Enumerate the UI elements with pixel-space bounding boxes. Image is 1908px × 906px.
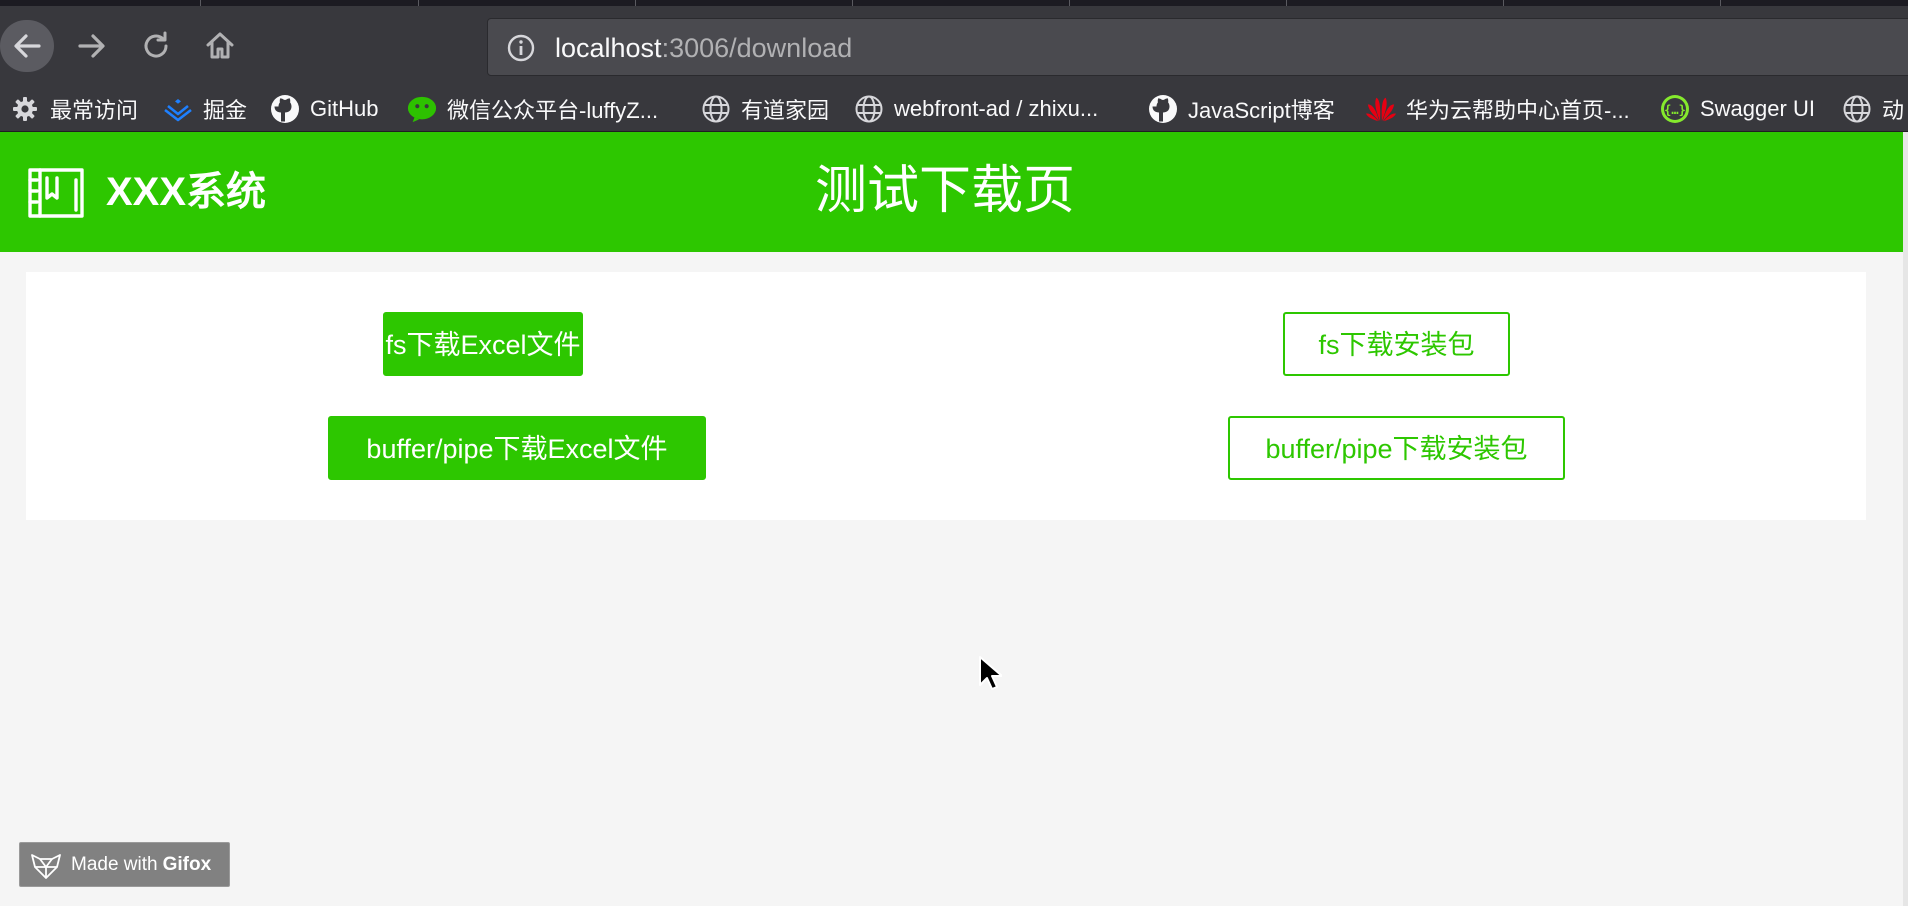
bookmark-most-visited[interactable]: 最常访问 <box>10 92 138 126</box>
reload-icon <box>144 31 168 58</box>
page-title: 测试下载页 <box>814 162 1075 220</box>
bookmark-label: JavaScript博客 <box>1188 98 1335 123</box>
bookmark-label: 微信公众平台-luffyZ... <box>447 98 659 123</box>
forward-button[interactable] <box>66 20 118 72</box>
fs-download-excel-button[interactable]: fs下载Excel文件 <box>383 312 583 376</box>
arrow-right-icon <box>78 34 105 58</box>
reload-button[interactable] <box>130 20 182 72</box>
buffer-pipe-download-excel-button[interactable]: buffer/pipe下载Excel文件 <box>328 416 706 480</box>
globe-icon <box>854 94 884 124</box>
bookmark-label: webfront-ad / zhixu... <box>894 96 1099 121</box>
download-card: fs下载Excel文件 buffer/pipe下载Excel文件 fs下载安装包… <box>26 272 1866 520</box>
bookmark-webfront[interactable]: webfront-ad / zhixu... <box>854 92 1098 126</box>
browser-toolbar: localhost:3006/download <box>0 6 1908 86</box>
bookmark-label: 华为云帮助中心首页-... <box>1406 98 1630 123</box>
bookmark-label: 有道家园 <box>741 98 830 123</box>
globe-icon <box>1842 94 1872 124</box>
bookmark-swagger[interactable]: {…} Swagger UI <box>1660 92 1815 126</box>
wechat-icon <box>407 94 437 124</box>
bookmark-overflow[interactable]: 动 <box>1842 92 1904 126</box>
bookmark-wechat[interactable]: 微信公众平台-luffyZ... <box>407 92 658 126</box>
fs-download-package-button[interactable]: fs下载安装包 <box>1283 312 1510 376</box>
page-scrollbar[interactable] <box>1903 132 1908 906</box>
home-icon <box>206 32 234 59</box>
address-bar[interactable]: localhost:3006/download <box>487 18 1908 76</box>
bookmark-label: 动 <box>1882 98 1905 123</box>
bookmark-label: 最常访问 <box>50 98 139 123</box>
juejin-icon <box>163 94 193 124</box>
url-host: localhost <box>555 33 662 63</box>
info-icon[interactable] <box>506 33 536 63</box>
github-icon <box>1148 94 1178 124</box>
bookmarks-toolbar: 最常访问 掘金 GitHub 微信公众平台-luffyZ... 有道家园 web… <box>0 86 1908 132</box>
bookmark-huawei[interactable]: 华为云帮助中心首页-... <box>1366 92 1630 126</box>
globe-icon <box>701 94 731 124</box>
fox-logo-icon <box>31 853 61 879</box>
huawei-icon <box>1366 94 1396 124</box>
app-header: XXX系统 测试下载页 <box>0 132 1903 252</box>
arrow-left-icon <box>14 34 41 58</box>
bookmark-github[interactable]: GitHub <box>270 92 378 126</box>
back-button[interactable] <box>0 20 54 72</box>
gifox-watermark: Made with Gifox <box>19 842 230 887</box>
github-icon <box>270 94 300 124</box>
buffer-pipe-download-package-button[interactable]: buffer/pipe下载安装包 <box>1228 416 1565 480</box>
bookmark-javascript-blog[interactable]: JavaScript博客 <box>1148 92 1335 126</box>
url-text[interactable]: localhost:3006/download <box>555 33 852 63</box>
bookmark-youdao[interactable]: 有道家园 <box>701 92 829 126</box>
gear-icon <box>10 94 40 124</box>
url-path: :3006/download <box>661 33 853 63</box>
watermark-prefix: Made with <box>71 853 158 875</box>
bookmark-juejin[interactable]: 掘金 <box>163 92 247 126</box>
swagger-icon: {…} <box>1660 94 1690 124</box>
home-button[interactable] <box>194 20 246 72</box>
bookmark-label: 掘金 <box>203 98 248 123</box>
bookmark-label: Swagger UI <box>1700 96 1815 121</box>
bookmark-label: GitHub <box>310 96 379 121</box>
mouse-cursor-icon <box>979 656 1002 690</box>
svg-text:{…}: {…} <box>1664 103 1686 117</box>
watermark-brand: Gifox <box>162 853 212 875</box>
